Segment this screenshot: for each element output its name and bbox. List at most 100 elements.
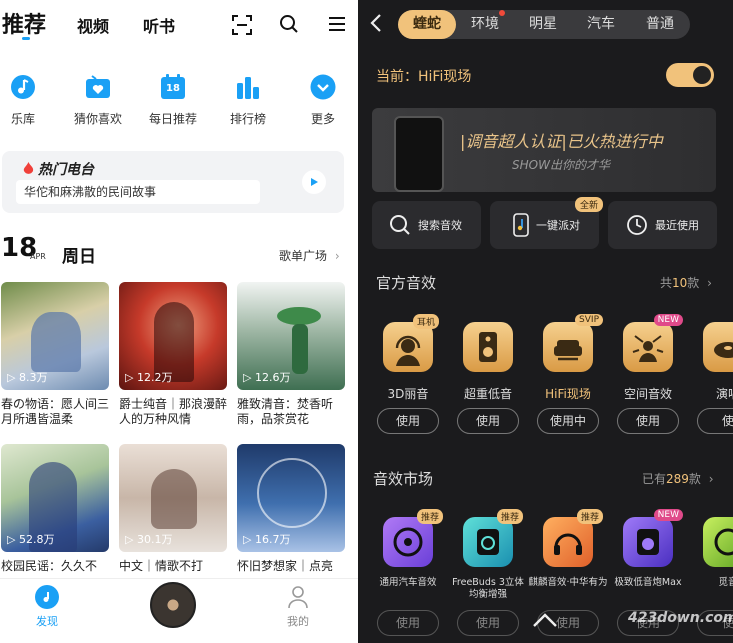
banner-phone-image bbox=[394, 116, 444, 192]
tab-audiobook[interactable]: 听书 bbox=[143, 13, 175, 37]
tab-video[interactable]: 视频 bbox=[77, 13, 109, 37]
svip-badge: SVIP bbox=[575, 314, 603, 326]
hot-radio-title: 热门电台 bbox=[38, 162, 94, 178]
market-effect-name: 通用汽车音效 bbox=[379, 577, 437, 588]
clock-icon bbox=[626, 214, 648, 240]
tab-normal[interactable]: 普通 bbox=[630, 10, 690, 39]
playlist-card[interactable]: ▷ 52.8万 校园民谣：久久不 bbox=[1, 444, 109, 589]
tab-viper[interactable]: 蝰蛇 bbox=[398, 10, 456, 39]
effect-3d-sound[interactable]: 耳机 3D丽音 bbox=[372, 314, 444, 402]
quick-entry-music-library[interactable]: 乐库 bbox=[0, 73, 51, 127]
effect-toggle[interactable] bbox=[666, 63, 714, 87]
effect-concert[interactable]: 演唱 bbox=[692, 322, 733, 402]
menu-icon[interactable] bbox=[325, 12, 349, 36]
new-badge: NEW bbox=[653, 314, 683, 326]
banner-subtitle: SHOW出你的才华 bbox=[512, 158, 610, 172]
quick-entry-guess-you-like[interactable]: 猜你喜欢 bbox=[70, 73, 126, 127]
playlist-plaza-label: 歌单广场 bbox=[279, 249, 328, 263]
use-button[interactable]: 使 bbox=[697, 408, 733, 434]
effect-market-count[interactable]: 已有289款 › bbox=[642, 470, 714, 487]
play-icon[interactable] bbox=[302, 170, 326, 194]
promo-banner[interactable]: |调音超人认证|已火热进行中 SHOW出你的才华 bbox=[372, 108, 716, 192]
market-effect-miyin[interactable]: 觅音 bbox=[688, 517, 733, 601]
market-effect-kirin[interactable]: 推荐 麒麟音效·中华有为 bbox=[528, 509, 608, 601]
bottom-tab-bar: 发现 我的 bbox=[0, 578, 358, 643]
effect-name: 超重低音 bbox=[463, 387, 512, 401]
turntable-icon bbox=[703, 322, 733, 372]
search-effect-button[interactable]: 搜索音效 bbox=[372, 201, 481, 249]
back-icon[interactable] bbox=[370, 13, 382, 37]
play-count: ▷ 8.3万 bbox=[7, 371, 48, 384]
recently-used-button[interactable]: 最近使用 bbox=[608, 201, 717, 249]
speaker-icon: 推荐 bbox=[463, 509, 523, 567]
hot-radio-card[interactable]: 热门电台 华佗和麻沸散的民间故事 bbox=[2, 151, 344, 213]
play-count: ▷ 30.1万 bbox=[125, 533, 173, 546]
playlist-card[interactable]: ▷ 12.2万 爵士纯音｜那浪漫醉人的万种风情 bbox=[119, 282, 227, 427]
recommend-badge: 推荐 bbox=[576, 509, 603, 524]
chart-bars-icon bbox=[234, 73, 262, 101]
tab-car[interactable]: 汽车 bbox=[572, 10, 630, 39]
flame-icon bbox=[23, 161, 34, 180]
use-button[interactable]: 使用 bbox=[457, 610, 519, 636]
effect-name: 3D丽音 bbox=[387, 387, 429, 401]
quick-entry-daily-recommend[interactable]: 18 每日推荐 bbox=[145, 73, 201, 127]
chevron-right-icon: › bbox=[708, 472, 714, 486]
toggle-knob bbox=[693, 66, 711, 84]
hot-radio-subtitle[interactable]: 华佗和麻沸散的民间故事 bbox=[16, 180, 260, 204]
playlist-card[interactable]: ▷ 16.7万 怀旧梦想家｜点亮 bbox=[237, 444, 345, 589]
use-button[interactable]: 使用 bbox=[377, 610, 439, 636]
use-button[interactable]: 使用 bbox=[377, 408, 439, 434]
calendar-icon: 18 bbox=[159, 73, 187, 101]
banner-title: |调音超人认证|已火热进行中 bbox=[460, 132, 663, 151]
tab-recommend[interactable]: 推荐 bbox=[2, 7, 46, 39]
effect-spatial[interactable]: NEW 空间音效 bbox=[612, 314, 684, 402]
market-effect-bass-max[interactable]: NEW 极致低音炮Max bbox=[608, 509, 688, 601]
playlist-card[interactable]: ▷ 8.3万 春の物语：愿人间三月所遇皆温柔 bbox=[1, 282, 109, 427]
use-button[interactable]: 使用 bbox=[617, 408, 679, 434]
chevron-right-icon: › bbox=[707, 276, 712, 290]
playlist-cover: ▷ 8.3万 bbox=[1, 282, 109, 390]
tab-star[interactable]: 明星 bbox=[514, 10, 572, 39]
market-effect-name: 极致低音炮Max bbox=[614, 577, 682, 588]
effect-category-tabs: 蝰蛇 环境 明星 汽车 普通 bbox=[398, 10, 690, 39]
current-effect-label: 当前：HiFi现场 bbox=[376, 69, 472, 85]
playlist-card[interactable]: ▷ 30.1万 中文｜情歌不打 bbox=[119, 444, 227, 589]
quick-entry-charts[interactable]: 排行榜 bbox=[220, 73, 276, 127]
headphone-user-icon: 耳机 bbox=[383, 314, 439, 372]
playlist-cover: ▷ 30.1万 bbox=[119, 444, 227, 552]
now-playing-disc[interactable] bbox=[150, 582, 196, 628]
play-count: ▷ 52.8万 bbox=[7, 533, 55, 546]
official-effects-count[interactable]: 共10款 › bbox=[660, 274, 712, 291]
headphone-badge: 耳机 bbox=[412, 314, 439, 329]
market-effect-car[interactable]: 推荐 通用汽车音效 bbox=[368, 509, 448, 601]
calendar-day-number: 18 bbox=[166, 83, 180, 94]
effect-hifi-live[interactable]: SVIP HiFi现场 bbox=[532, 314, 604, 402]
playlist-cover: ▷ 12.2万 bbox=[119, 282, 227, 390]
headphone-icon: 推荐 bbox=[543, 509, 603, 567]
effect-market-title: 音效市场 bbox=[373, 470, 434, 488]
quick-entry-more[interactable]: 更多 bbox=[295, 73, 351, 127]
playlist-plaza-link[interactable]: 歌单广场 › bbox=[279, 247, 340, 264]
play-count: ▷ 12.6万 bbox=[243, 371, 291, 384]
tab-discover[interactable]: 发现 bbox=[22, 585, 72, 629]
effect-name: HiFi现场 bbox=[545, 387, 591, 401]
use-button[interactable]: 使用 bbox=[457, 408, 519, 434]
play-count: ▷ 16.7万 bbox=[243, 533, 291, 546]
playlist-card[interactable]: ▷ 12.6万 雅致清音：焚香听雨，品茶赏花 bbox=[237, 282, 345, 427]
new-badge: 全新 bbox=[574, 197, 603, 212]
one-click-party-button[interactable]: 一键派对 全新 bbox=[490, 197, 603, 249]
tab-environment[interactable]: 环境 bbox=[456, 10, 514, 39]
tab-mine[interactable]: 我的 bbox=[273, 585, 323, 629]
new-dot-badge bbox=[499, 10, 505, 16]
sound-effects-screen: 蝰蛇 环境 明星 汽车 普通 当前：HiFi现场 |调音超人认证|已火热进行中 … bbox=[358, 0, 733, 643]
collapse-chevron-icon[interactable] bbox=[532, 612, 558, 632]
market-effect-freebuds[interactable]: 推荐 FreeBuds 3立体均衡增强 bbox=[448, 509, 528, 601]
in-use-button[interactable]: 使用中 bbox=[537, 408, 599, 434]
phone-party-icon bbox=[513, 213, 529, 241]
search-icon[interactable] bbox=[277, 12, 301, 36]
heart-radio-icon bbox=[84, 73, 112, 101]
effect-heavy-bass[interactable]: 超重低音 bbox=[452, 322, 524, 402]
scan-icon[interactable] bbox=[230, 13, 254, 37]
watermark: 423down.com bbox=[628, 610, 733, 626]
quick-entry-label: 猜你喜欢 bbox=[73, 112, 122, 126]
